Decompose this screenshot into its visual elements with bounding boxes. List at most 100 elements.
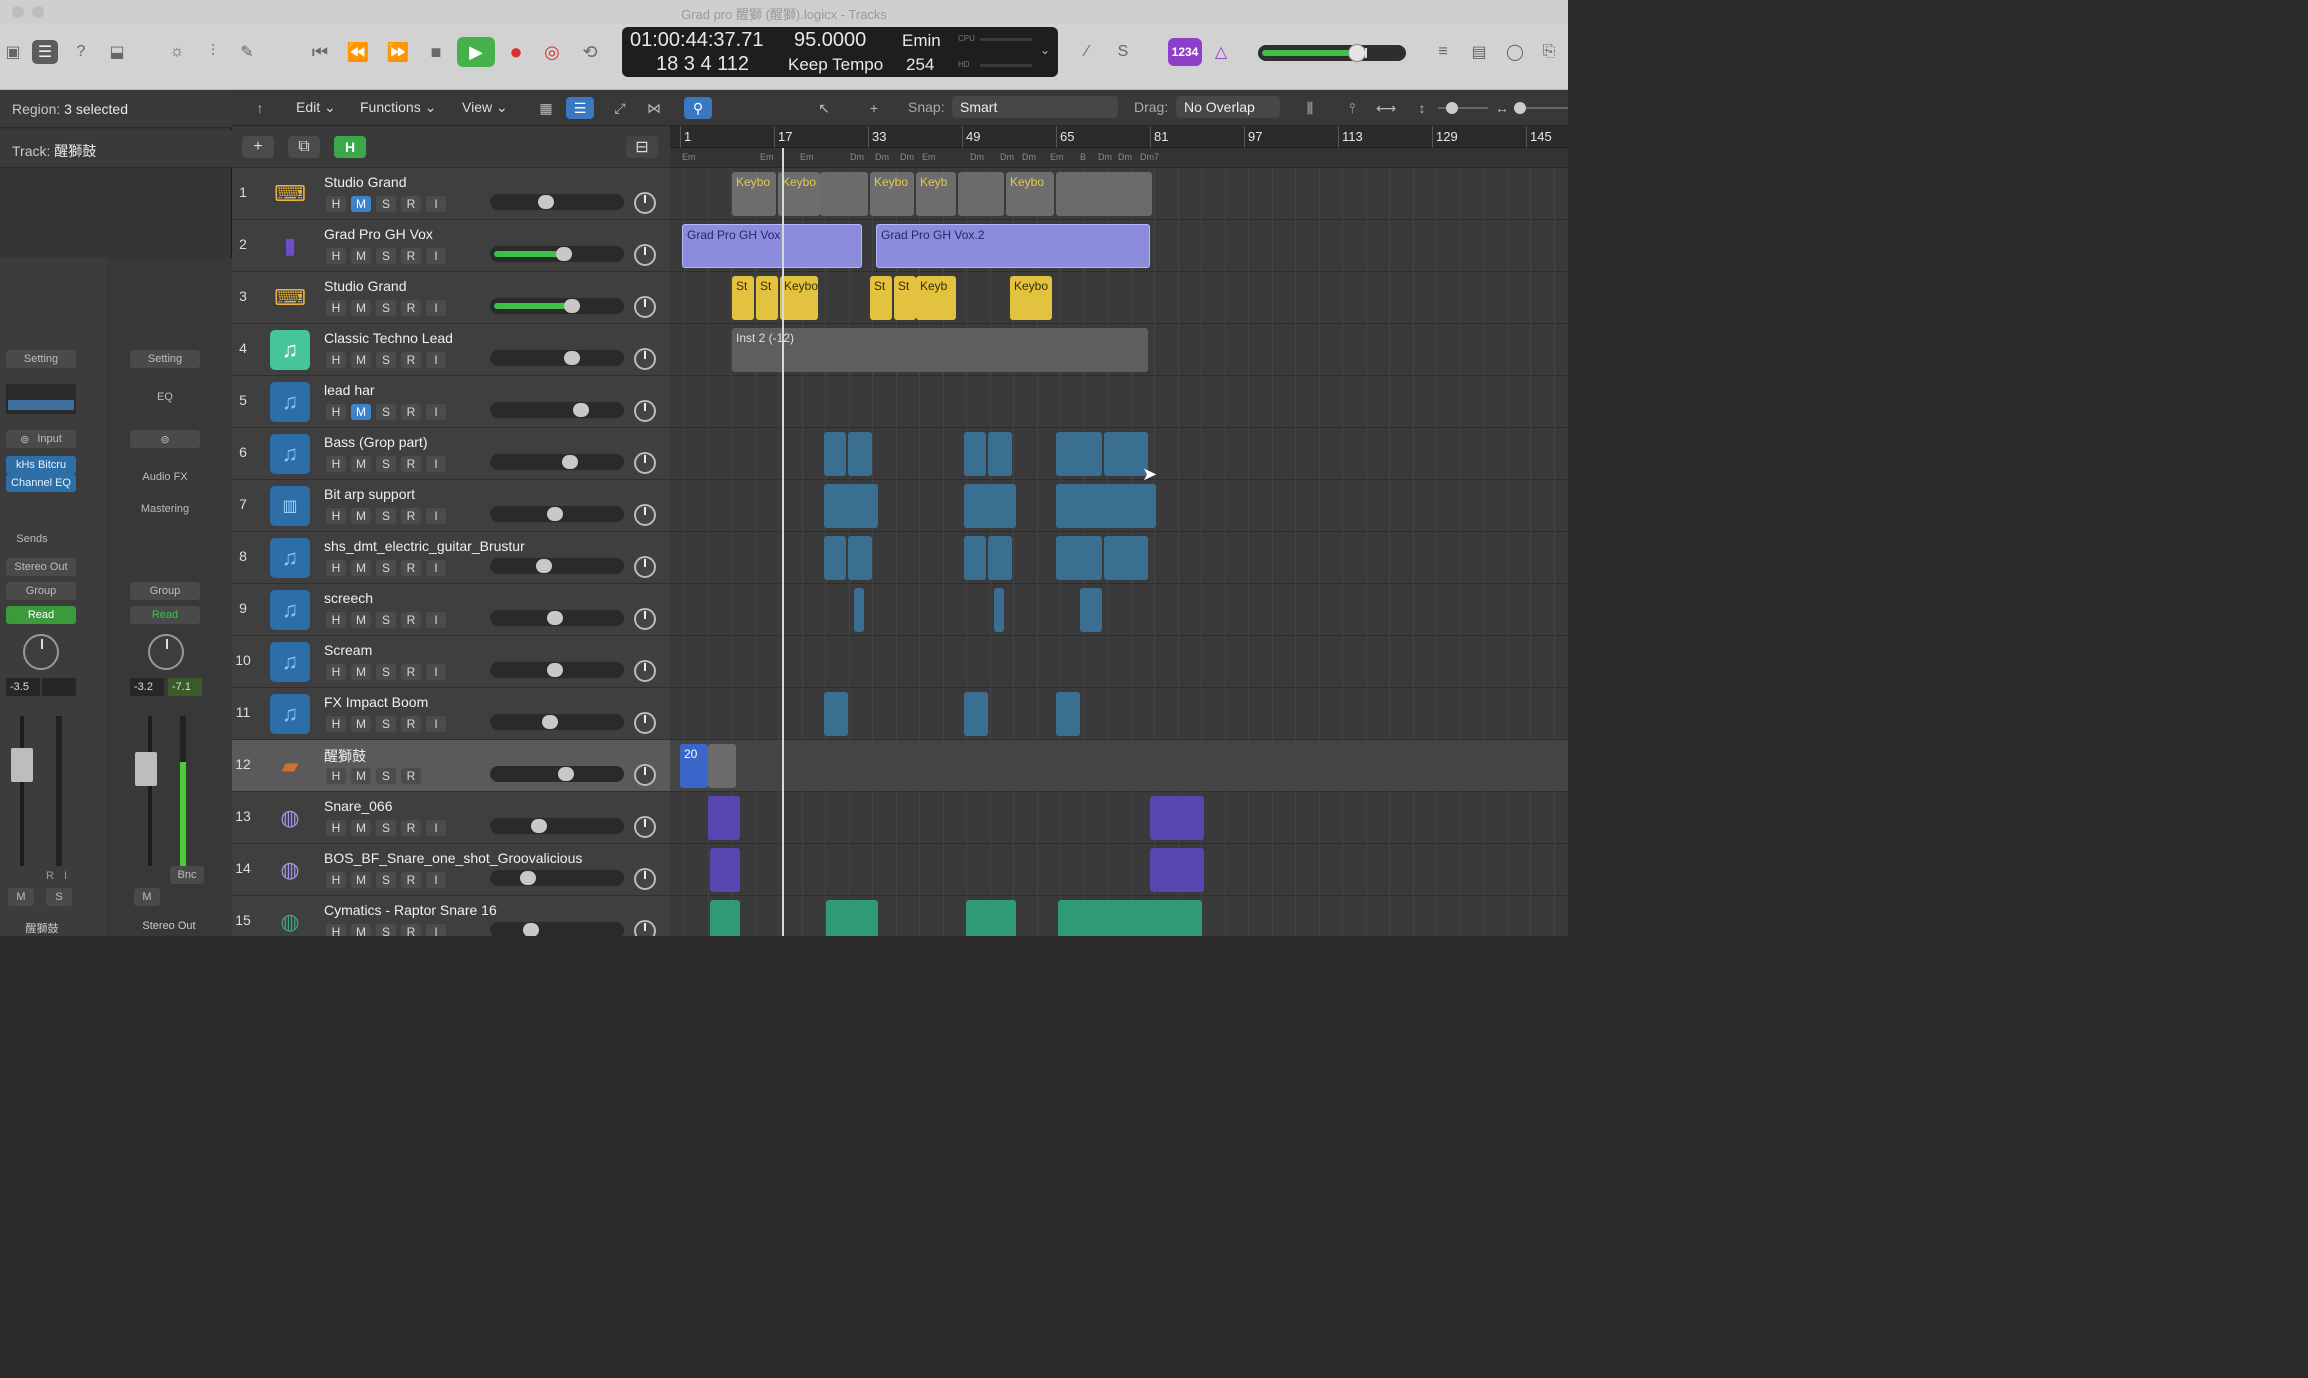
mute-button[interactable]: M [351, 924, 371, 936]
track-header[interactable]: 3 ⌨ Studio Grand H M S R I [232, 272, 670, 324]
input-monitor-button[interactable]: I [426, 716, 446, 732]
record-button[interactable]: ● [500, 37, 532, 67]
input-button[interactable]: ⊚ Input [6, 430, 76, 448]
eq-button[interactable]: EQ [130, 388, 200, 406]
mastering-label[interactable]: Mastering [130, 500, 200, 518]
flex-icon[interactable]: ⋈ [640, 97, 668, 119]
global-tracks-icon[interactable]: ⊟ [626, 136, 658, 158]
track-name[interactable]: Classic Techno Lead [324, 330, 453, 346]
mute-button[interactable]: M [351, 716, 371, 732]
record-enable-button[interactable]: R [401, 196, 421, 212]
input-monitor-button[interactable]: I [426, 924, 446, 936]
region[interactable]: St [756, 276, 778, 320]
track-volume-slider[interactable] [490, 506, 624, 522]
playhead[interactable] [782, 148, 784, 936]
input-monitor-button[interactable]: I [426, 820, 446, 836]
chord-marker[interactable]: Em [760, 152, 774, 162]
horizontal-zoom-icon[interactable]: ↔ [1488, 97, 1516, 119]
input-monitor-button[interactable]: I [426, 560, 446, 576]
track-volume-knob[interactable] [538, 195, 554, 209]
track-pan-knob[interactable] [634, 192, 656, 214]
chord-marker[interactable]: Dm [900, 152, 914, 162]
hide-button[interactable]: H [326, 560, 346, 576]
hide-button[interactable]: H [326, 404, 346, 420]
volume-fader-cap[interactable] [11, 748, 33, 782]
track-volume-knob[interactable] [562, 455, 579, 469]
hide-button[interactable]: H [326, 612, 346, 628]
region[interactable] [988, 536, 1012, 580]
view-menu[interactable]: View ⌄ [462, 99, 508, 116]
output-pan-knob[interactable] [148, 634, 184, 670]
region[interactable] [988, 432, 1012, 476]
solo-button[interactable]: S [376, 456, 396, 472]
add-track-button[interactable]: + [242, 136, 274, 158]
track-header[interactable]: 2 ▮ Grad Pro GH Vox H M S R I [232, 220, 670, 272]
track-volume-knob[interactable] [555, 247, 572, 261]
list-view-icon[interactable]: ☰ [566, 97, 594, 119]
record-enable-button[interactable]: R [401, 716, 421, 732]
hide-button[interactable]: H [326, 456, 346, 472]
edit-menu[interactable]: Edit ⌄ [296, 99, 336, 116]
track-header[interactable]: 9 ♫ screech H M S R I [232, 584, 670, 636]
mute-button[interactable]: M [351, 456, 371, 472]
mute-button[interactable]: M [351, 612, 371, 628]
track-volume-slider[interactable] [490, 558, 624, 574]
solo-button[interactable]: S [376, 872, 396, 888]
hide-button[interactable]: H [326, 924, 346, 936]
region[interactable] [1080, 588, 1102, 632]
track-volume-slider[interactable] [490, 350, 624, 366]
track-volume-knob[interactable] [531, 819, 548, 833]
track-volume-slider[interactable] [490, 662, 624, 678]
snap-select[interactable]: Smart [952, 96, 1118, 118]
hide-button[interactable]: H [326, 352, 346, 368]
track-name[interactable]: Grad Pro GH Vox [324, 226, 433, 242]
region[interactable] [1056, 692, 1080, 736]
solo-button[interactable]: S [376, 716, 396, 732]
stop-icon[interactable]: ■ [420, 37, 452, 67]
track-volume-knob[interactable] [564, 351, 581, 365]
group-button[interactable]: Group [6, 582, 76, 600]
mute-button[interactable]: M [351, 352, 371, 368]
record-enable-button[interactable]: R [401, 612, 421, 628]
region-inspector-header[interactable]: Region: 3 selected [0, 90, 232, 128]
chord-marker[interactable]: Dm [970, 152, 984, 162]
output-button[interactable]: Stereo Out [6, 558, 76, 576]
region[interactable] [964, 536, 986, 580]
chord-track[interactable]: Em Em Em Dm Dm Dm Em Dm Dm Dm Em B Dm Dm Dm7 [670, 148, 1568, 168]
region[interactable] [1058, 900, 1202, 936]
track-volume-knob[interactable] [557, 767, 574, 781]
chord-marker[interactable]: B [1080, 152, 1086, 162]
inspector-toggle-icon[interactable]: ☰ [32, 40, 58, 64]
region[interactable]: Keyb [916, 276, 956, 320]
track-volume-slider[interactable] [490, 298, 624, 314]
track-volume-slider[interactable] [490, 610, 624, 626]
master-volume-knob[interactable] [1348, 44, 1367, 62]
automation-mode-button[interactable]: Read [6, 606, 76, 624]
plugin-slot-2[interactable]: Channel EQ [6, 474, 76, 492]
metronome-icon[interactable]: △ [1208, 40, 1234, 64]
track-lane[interactable] [670, 688, 1568, 740]
track-name[interactable]: screech [324, 590, 373, 606]
region[interactable] [826, 900, 878, 936]
region[interactable] [1150, 848, 1204, 892]
input-monitor-button[interactable]: I [426, 508, 446, 524]
secondary-tool-icon[interactable]: + [860, 97, 888, 119]
track-pan-knob[interactable] [634, 608, 656, 630]
go-to-beginning-icon[interactable]: ⏮ [304, 37, 336, 67]
chord-marker[interactable]: Dm [1118, 152, 1132, 162]
region[interactable] [848, 536, 872, 580]
mute-button[interactable]: M [351, 300, 371, 316]
browser-icon[interactable]: ⎘ [1536, 40, 1562, 64]
output-value-2[interactable]: -7.1 [168, 678, 202, 696]
chord-marker[interactable]: Dm [850, 152, 864, 162]
track-header[interactable]: 10 ♫ Scream H M S R I [232, 636, 670, 688]
hide-button[interactable]: H [326, 768, 346, 784]
track-name[interactable]: Snare_066 [324, 798, 393, 814]
track-volume-slider[interactable] [490, 714, 624, 730]
hide-button[interactable]: H [334, 136, 366, 158]
region[interactable]: Keybo [1006, 172, 1054, 216]
input-monitor-button[interactable]: I [426, 404, 446, 420]
track-pan-knob[interactable] [634, 920, 656, 936]
track-lane[interactable] [670, 740, 1568, 792]
drag-select[interactable]: No Overlap [1176, 96, 1280, 118]
